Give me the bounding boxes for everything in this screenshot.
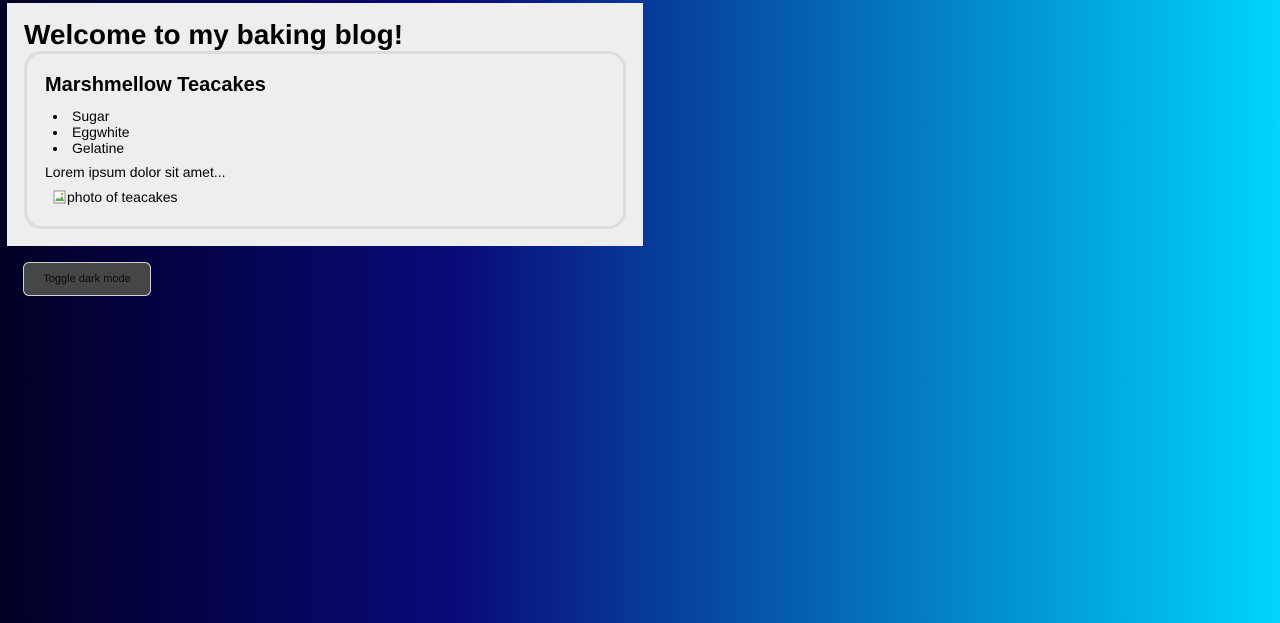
photo-alt-text: photo of teacakes (67, 189, 178, 205)
recipe-photo: photo of teacakes (53, 189, 605, 205)
ingredient-list: Sugar Eggwhite Gelatine (45, 108, 605, 156)
broken-image-icon (53, 189, 67, 205)
ingredient-item: Eggwhite (53, 124, 605, 140)
toggle-dark-mode-button[interactable]: Toggle dark mode (23, 262, 151, 296)
recipe-description: Lorem ipsum dolor sit amet... (45, 164, 226, 180)
ingredient-item: Sugar (53, 108, 605, 124)
ingredient-item: Gelatine (53, 140, 605, 156)
recipe-title: Marshmellow Teacakes (45, 74, 266, 96)
blog-title: Welcome to my baking blog! (24, 19, 404, 50)
recipe-card: Marshmellow Teacakes Sugar Eggwhite Gela… (24, 51, 626, 229)
blog-panel: Welcome to my baking blog! Marshmellow T… (7, 3, 643, 246)
